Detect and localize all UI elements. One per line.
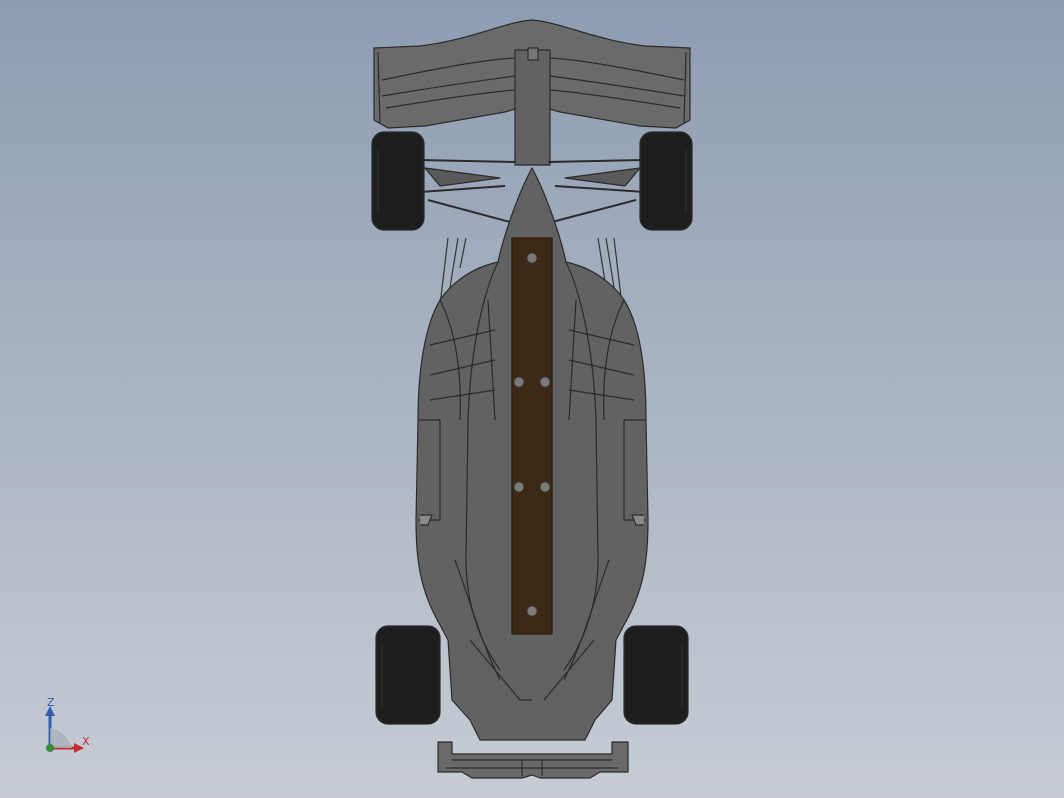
z-axis-label: Z [47, 696, 55, 709]
front-right-tire[interactable] [623, 625, 689, 725]
f1-car-model[interactable] [0, 0, 1064, 798]
front-wing[interactable] [437, 741, 629, 779]
cad-viewport[interactable]: Z X [0, 0, 1064, 798]
coordinate-triad: Z X [36, 696, 106, 766]
rear-left-tire[interactable] [371, 131, 425, 231]
x-axis-label: X [82, 735, 90, 748]
y-axis-plane [50, 728, 72, 748]
skid-plank [511, 237, 553, 635]
front-left-tire[interactable] [375, 625, 441, 725]
y-axis-dot [46, 744, 54, 752]
rear-right-tire[interactable] [639, 131, 693, 231]
